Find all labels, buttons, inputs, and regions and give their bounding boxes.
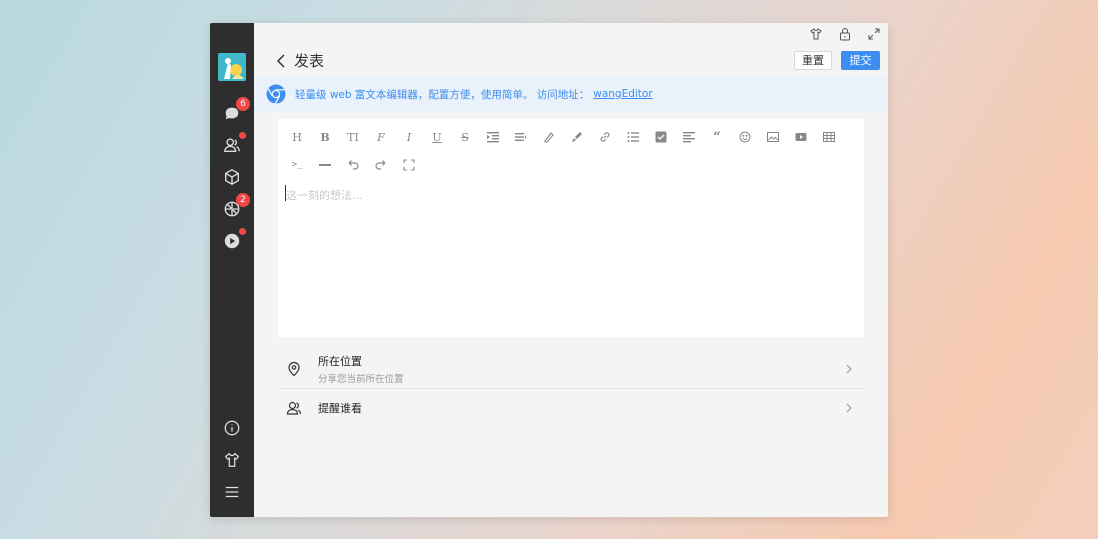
reset-button[interactable]: 重置 — [794, 51, 832, 70]
expand-icon — [867, 27, 881, 41]
moments-badge: 2 — [236, 193, 250, 207]
line-height-icon[interactable] — [512, 128, 530, 146]
shirt-icon — [223, 451, 241, 469]
skin-toggle[interactable] — [809, 26, 823, 40]
indent-icon[interactable] — [484, 128, 502, 146]
location-row[interactable]: 所在位置 分享您当前所在位置 — [278, 349, 864, 389]
strikethrough-icon[interactable]: S — [456, 128, 474, 146]
notice-bar: 轻量级 web 富文本编辑器，配置方便，使用简单。 访问地址： wangEdit… — [254, 77, 888, 111]
link-icon[interactable] — [596, 128, 614, 146]
list-icon[interactable] — [624, 128, 642, 146]
undo-icon[interactable] — [344, 156, 362, 174]
sidebar-item-chat[interactable]: 6 — [222, 103, 242, 123]
heading-icon[interactable]: H — [288, 128, 306, 146]
wangeditor-link[interactable]: wangEditor — [593, 88, 652, 100]
back-button[interactable] — [274, 51, 290, 71]
chevron-right-icon — [844, 363, 854, 375]
quote-icon[interactable]: “ — [708, 128, 726, 146]
divider-icon[interactable] — [316, 156, 334, 174]
app-window: 6 2 — [210, 23, 888, 517]
justify-icon[interactable] — [680, 128, 698, 146]
underline-icon[interactable]: U — [428, 128, 446, 146]
info-button[interactable] — [222, 418, 242, 438]
avatar[interactable] — [218, 53, 246, 81]
fullscreen-icon[interactable] — [400, 156, 418, 174]
cube-icon — [223, 168, 241, 186]
todo-icon[interactable] — [652, 128, 670, 146]
notice-text: 轻量级 web 富文本编辑器，配置方便，使用简单。 访问地址： — [295, 87, 589, 102]
table-icon[interactable] — [820, 128, 838, 146]
contacts-icon — [286, 400, 302, 416]
sidebar: 6 2 — [210, 23, 254, 517]
image-icon[interactable] — [764, 128, 782, 146]
font-family-icon[interactable]: F — [372, 128, 390, 146]
sidebar-item-video[interactable] — [222, 231, 242, 251]
location-subtitle: 分享您当前所在位置 — [318, 371, 844, 385]
rich-text-editor[interactable]: H B TI F I U S — [278, 119, 864, 337]
lock-button[interactable] — [838, 26, 852, 40]
chevron-left-icon — [274, 51, 290, 71]
video-icon[interactable] — [792, 128, 810, 146]
sidebar-item-moments[interactable]: 2 — [222, 199, 242, 219]
skin-button[interactable] — [222, 450, 242, 470]
redo-icon[interactable] — [372, 156, 390, 174]
location-title: 所在位置 — [318, 353, 844, 369]
sidebar-item-box[interactable] — [222, 167, 242, 187]
background-color-icon[interactable] — [568, 128, 586, 146]
submit-button[interactable]: 提交 — [841, 51, 880, 70]
chevron-right-icon — [844, 402, 854, 414]
code-icon[interactable]: >_ — [288, 156, 306, 174]
play-circle-icon — [223, 232, 241, 250]
remind-row[interactable]: 提醒谁看 — [278, 397, 864, 419]
info-icon — [223, 419, 241, 437]
menu-button[interactable] — [222, 482, 242, 502]
shirt-icon — [809, 27, 823, 41]
maximize-button[interactable] — [867, 26, 881, 40]
lock-icon — [838, 27, 852, 41]
remind-title: 提醒谁看 — [318, 400, 844, 416]
menu-icon — [223, 483, 241, 501]
location-pin-icon — [286, 361, 302, 377]
contacts-dot — [239, 132, 246, 139]
emoji-icon[interactable] — [736, 128, 754, 146]
video-dot — [239, 228, 246, 235]
chat-badge: 6 — [236, 97, 250, 111]
page-title: 发表 — [294, 50, 324, 71]
bold-icon[interactable]: B — [316, 128, 334, 146]
italic-icon[interactable]: I — [400, 128, 418, 146]
sidebar-item-contacts[interactable] — [222, 135, 242, 155]
chrome-icon — [266, 84, 286, 104]
editor-placeholder: 这一刻的想法... — [286, 187, 363, 203]
font-color-icon[interactable] — [540, 128, 558, 146]
contacts-icon — [223, 136, 241, 154]
font-size-icon[interactable]: TI — [344, 128, 362, 146]
